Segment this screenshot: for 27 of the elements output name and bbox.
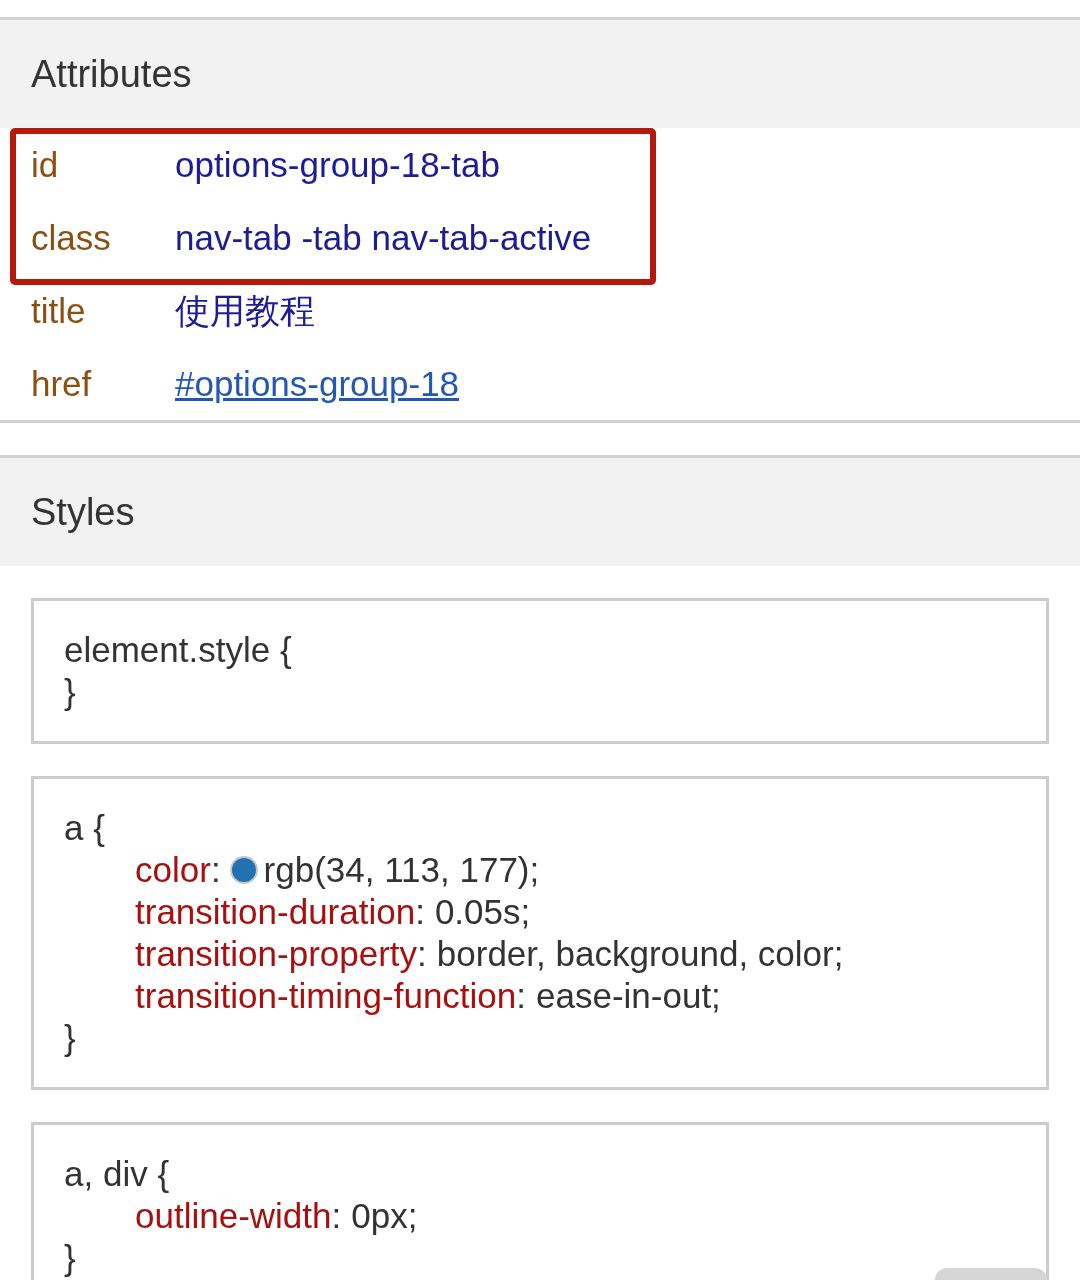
- css-property: color:: [135, 849, 221, 891]
- css-value: 0.05s;: [434, 891, 531, 933]
- css-value: border, background, color;: [436, 933, 844, 975]
- css-property: outline-width:: [135, 1195, 342, 1237]
- floating-button[interactable]: [935, 1268, 1047, 1280]
- section-title: Styles: [31, 493, 135, 531]
- css-selector: a {: [64, 807, 105, 849]
- css-selector: a, div {: [64, 1153, 170, 1195]
- href-link[interactable]: #options-group-18: [175, 366, 460, 401]
- closing-brace: }: [64, 1237, 76, 1279]
- attribute-value: nav-tab -tab nav-tab-active: [175, 220, 592, 255]
- css-value: rgb(34, 113, 177);: [263, 849, 540, 891]
- attribute-value: options-group-18-tab: [175, 147, 500, 182]
- closing-brace: }: [64, 671, 76, 713]
- section-title: Attributes: [31, 55, 192, 93]
- css-property: transition-duration:: [135, 891, 425, 933]
- css-property: transition-property:: [135, 933, 427, 975]
- closing-brace: }: [64, 1017, 76, 1059]
- attribute-name: id: [31, 147, 60, 182]
- attribute-name: href: [31, 366, 93, 401]
- css-selector: element.style {: [64, 629, 292, 671]
- attribute-name: class: [31, 220, 112, 255]
- attribute-value: 使用教程: [175, 293, 315, 328]
- css-property: transition-timing-function:: [135, 975, 526, 1017]
- css-value: ease-in-out;: [536, 975, 721, 1017]
- css-value: 0px;: [351, 1195, 418, 1237]
- attribute-name: title: [31, 293, 87, 328]
